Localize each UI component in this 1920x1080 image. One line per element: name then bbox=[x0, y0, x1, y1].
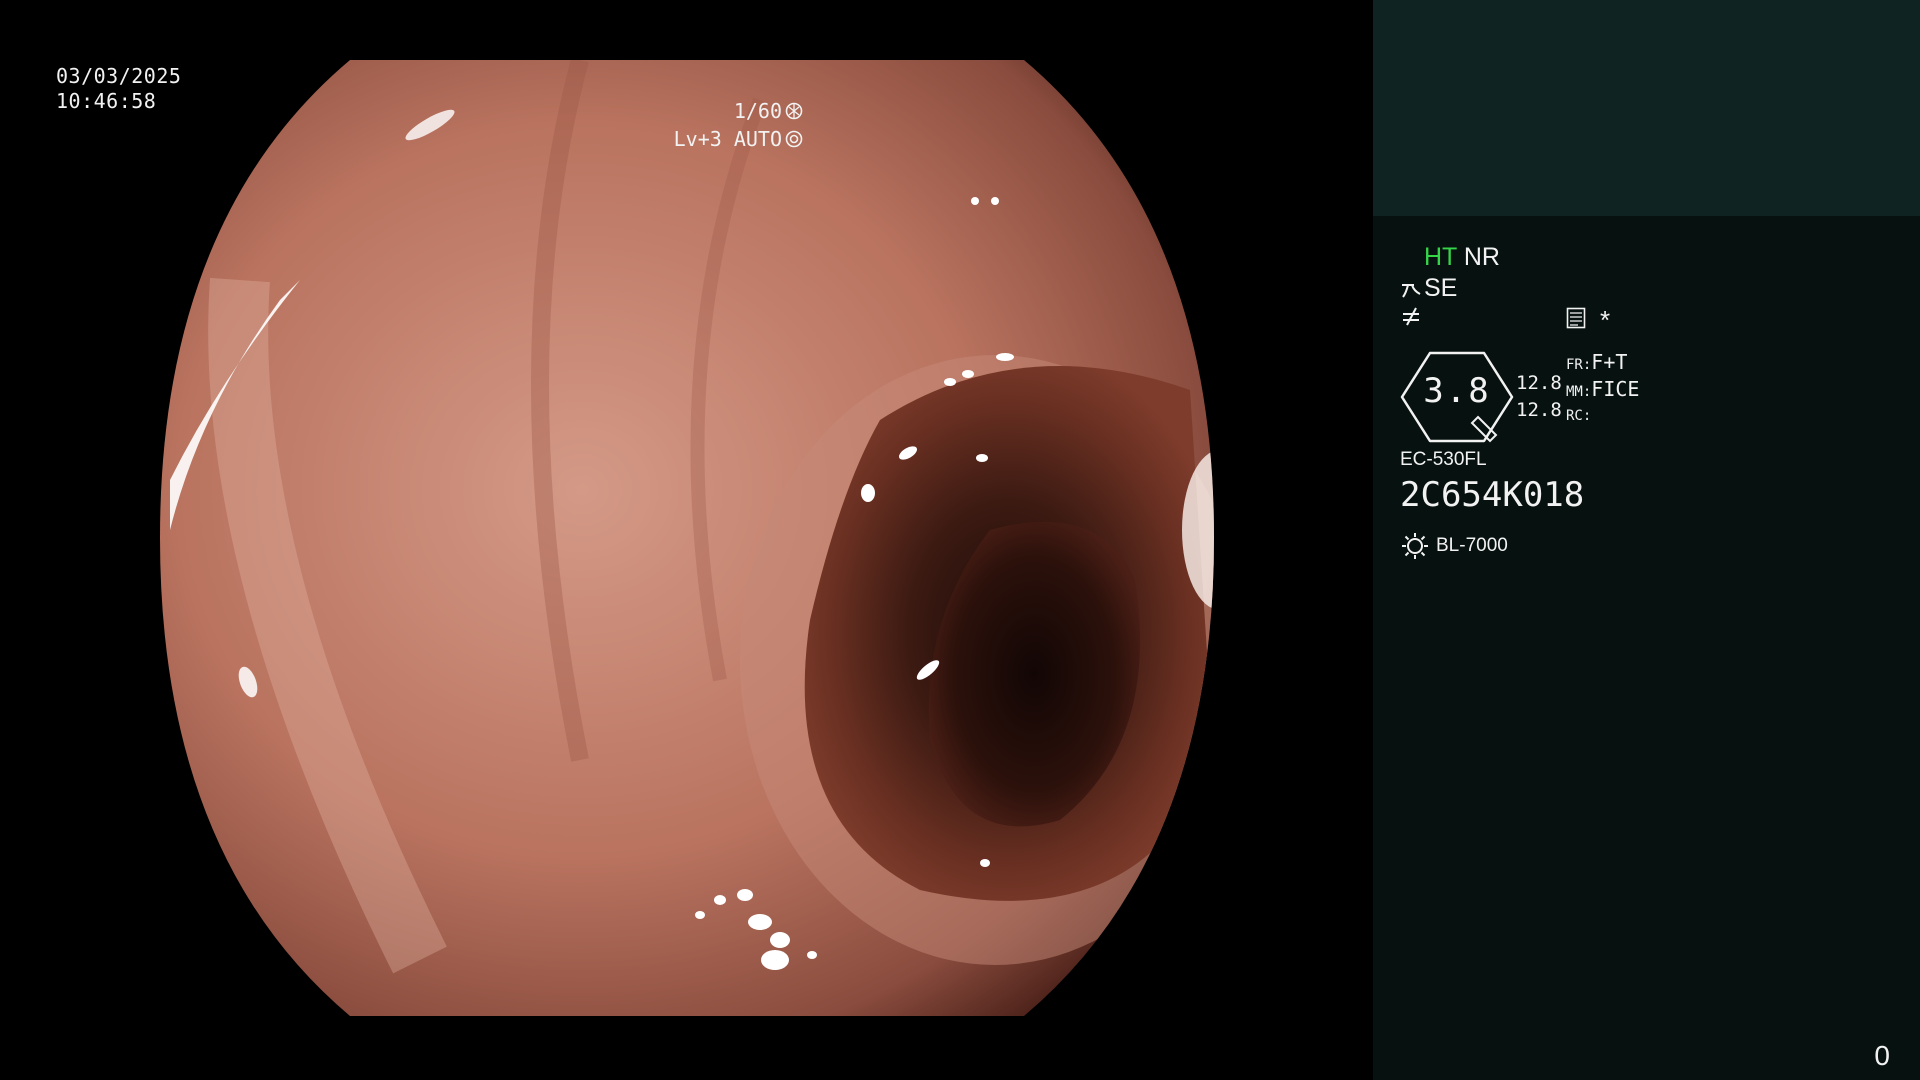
date-text: 03/03/2025 bbox=[56, 64, 182, 88]
rc-key: RC: bbox=[1566, 408, 1592, 424]
value-1: 12.8 bbox=[1516, 372, 1562, 394]
not-equal-icon bbox=[1403, 307, 1419, 326]
sun-icon bbox=[1402, 533, 1428, 559]
not-equal-line bbox=[1400, 305, 1424, 333]
fr-row: FR:F+T bbox=[1566, 350, 1639, 377]
scope-model: EC-530FL bbox=[1400, 449, 1487, 470]
light-source-model: BL-7000 bbox=[1436, 535, 1508, 556]
time-text: 10:46:58 bbox=[56, 89, 157, 113]
document-icon bbox=[1566, 307, 1586, 329]
value-column: 12.8 12.8 bbox=[1516, 370, 1562, 424]
endoscopic-image bbox=[160, 60, 1214, 1016]
mode-line: HT NR bbox=[1424, 243, 1500, 272]
value-2: 12.8 bbox=[1516, 399, 1562, 421]
iris-icon bbox=[785, 130, 803, 148]
settings-column: FR:F+T MM:FICE RC: bbox=[1566, 350, 1639, 428]
scope-serial: 2C654K018 bbox=[1400, 475, 1585, 515]
aperture-icon bbox=[785, 102, 803, 120]
se-line: SE bbox=[1400, 274, 1457, 303]
exposure-readout: 1/60 Lv+3 AUTO bbox=[674, 97, 803, 153]
panel-header-area bbox=[1373, 0, 1920, 216]
level-text: Lv+3 AUTO bbox=[673, 127, 782, 151]
gauge-value: 3.8 bbox=[1423, 371, 1491, 411]
frame-counter: 0 bbox=[1874, 1040, 1890, 1071]
fr-value: F+T bbox=[1591, 350, 1628, 374]
rc-row: RC: bbox=[1566, 404, 1639, 428]
status-panel: HT NR SE * 3.8 12.8 12.8 FR:F+T MM:FICE … bbox=[1373, 0, 1920, 1080]
ht-indicator: HT bbox=[1424, 243, 1457, 271]
level-line: Lv+3 AUTO bbox=[674, 125, 803, 153]
datetime-readout: 03/03/2025 10:46:58 bbox=[56, 64, 181, 114]
endoscope-video-area: 03/03/2025 10:46:58 1/60 Lv+3 AUTO bbox=[0, 0, 1373, 1080]
shutter-speed: 1/60 bbox=[733, 99, 782, 123]
se-indicator: SE bbox=[1424, 274, 1458, 302]
zoom-gauge: 3.8 bbox=[1400, 351, 1514, 443]
structure-enhancement-icon bbox=[1402, 283, 1421, 298]
mm-value: FICE bbox=[1591, 377, 1640, 401]
star-indicator: * bbox=[1600, 305, 1611, 335]
fr-key: FR: bbox=[1566, 357, 1592, 373]
mm-key: MM: bbox=[1566, 384, 1592, 400]
nr-indicator: NR bbox=[1463, 243, 1500, 271]
shutter-line: 1/60 bbox=[674, 97, 803, 125]
mm-row: MM:FICE bbox=[1566, 377, 1639, 404]
light-source-line: BL-7000 bbox=[1400, 531, 1508, 561]
